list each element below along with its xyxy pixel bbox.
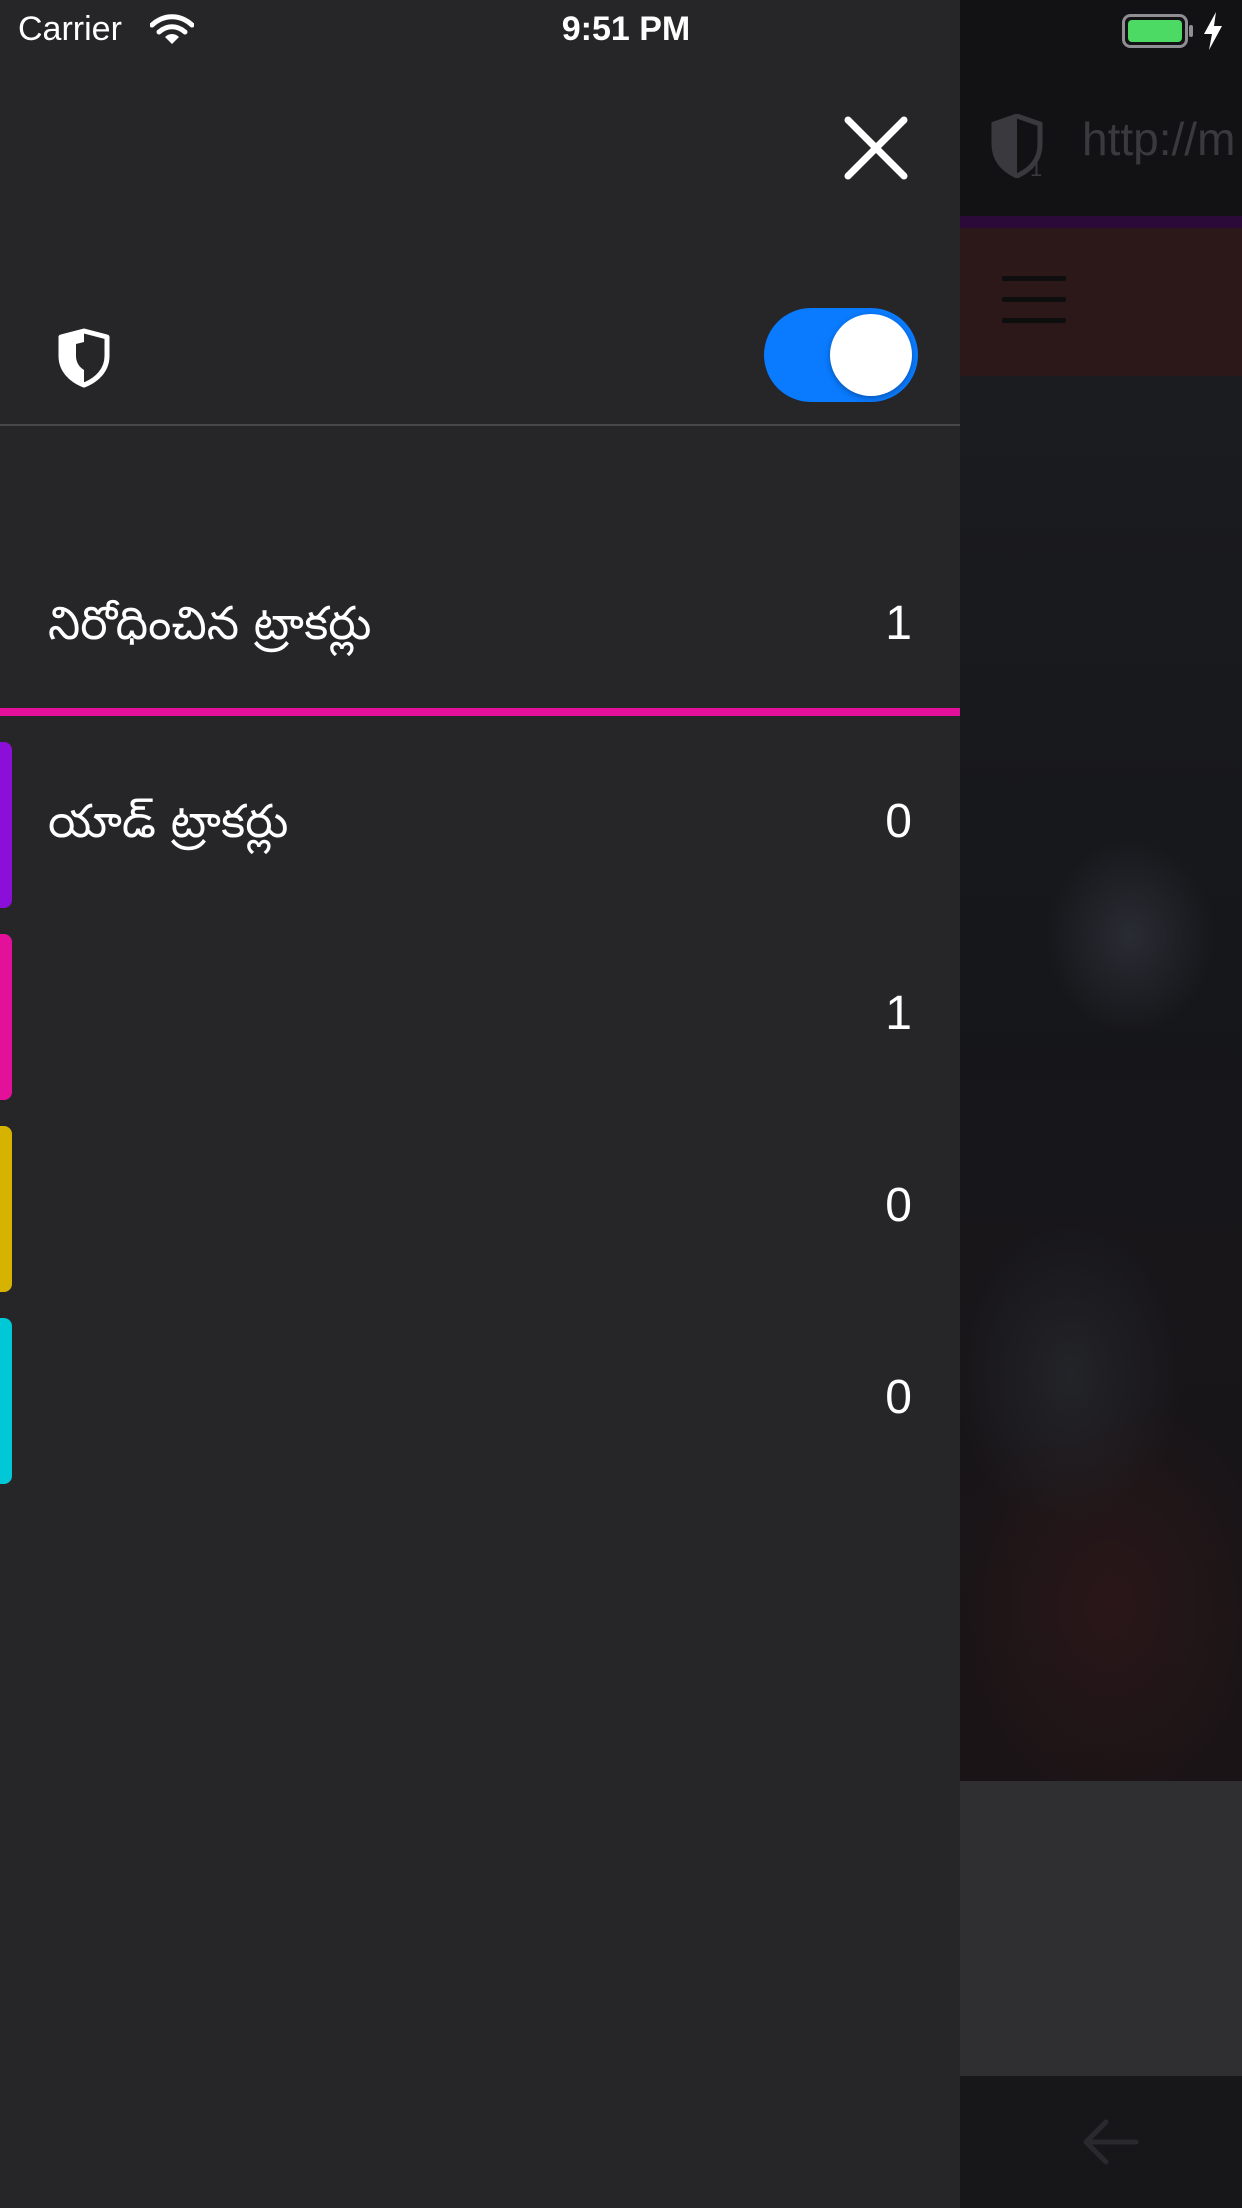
category-count: 0 [885, 1179, 912, 1232]
category-count: 0 [885, 1371, 912, 1424]
category-row-2: 1 [0, 934, 960, 1100]
category-color-bar [0, 934, 12, 1100]
tracking-protection-panel: నిరోధించిన ట్రాకర్లు 1 యాడ్ ట్రాకర్లు 0 … [0, 0, 960, 2208]
category-color-bar [0, 1126, 12, 1292]
page-progress-strip [960, 216, 1242, 228]
category-label: యాడ్ ట్రాకర్లు [48, 794, 289, 848]
category-row-4: 0 [0, 1318, 960, 1484]
blocked-trackers-label: నిరోధించిన ట్రాకర్లు [48, 596, 372, 650]
blocked-trackers-count: 1 [885, 597, 912, 650]
tracking-shield-icon[interactable]: 1 [990, 114, 1044, 178]
category-color-bar [0, 1318, 12, 1484]
battery-icon [1122, 14, 1193, 48]
tracking-protection-toggle[interactable] [764, 308, 918, 402]
url-text[interactable]: http://m [1082, 112, 1235, 166]
site-footer-area [960, 1781, 1242, 2076]
summary-divider [0, 708, 960, 716]
status-bar: Carrier 9:51 PM [0, 0, 1242, 62]
back-arrow-icon[interactable] [1078, 2110, 1142, 2174]
browser-bottom-toolbar [960, 2076, 1242, 2208]
charging-bolt-icon [1204, 12, 1222, 50]
site-header [960, 228, 1242, 376]
hamburger-menu-icon[interactable] [1002, 276, 1066, 323]
category-count: 0 [885, 795, 912, 848]
url-bar[interactable]: 1 http://m [960, 62, 1242, 222]
category-count: 1 [885, 987, 912, 1040]
tracker-badge-count: 1 [1030, 156, 1042, 178]
toggle-knob [830, 314, 912, 396]
category-row-ad-trackers: యాడ్ ట్రాకర్లు 0 [0, 742, 960, 908]
site-hero-image [960, 376, 1242, 1781]
category-color-bar [0, 742, 12, 908]
category-row-3: 0 [0, 1126, 960, 1292]
status-time: 9:51 PM [561, 10, 691, 48]
shield-icon [58, 328, 110, 388]
tracking-protection-row [0, 292, 960, 426]
blocked-trackers-row: నిరోధించిన ట్రాకర్లు 1 [0, 562, 960, 692]
close-icon[interactable] [836, 108, 916, 188]
